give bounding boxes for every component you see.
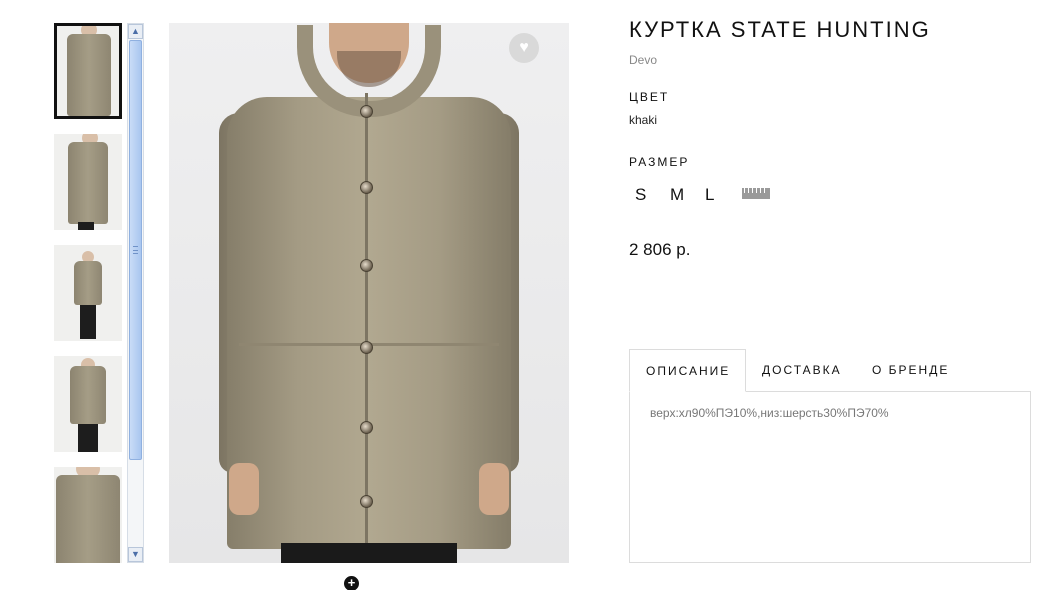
color-label: ЦВЕТ [629, 90, 670, 104]
tab-about-brand[interactable]: О БРЕНДЕ [856, 349, 965, 392]
thumbnail-side[interactable] [54, 134, 122, 230]
thumbnail-back[interactable] [54, 356, 122, 452]
thumbnail-front[interactable] [54, 23, 122, 119]
description-text: верх:хл90%ПЭ10%,низ:шерсть30%ПЭ70% [650, 406, 889, 420]
grip-icon [133, 246, 138, 254]
product-price: 2 806 р. [629, 240, 691, 259]
product-title: КУРТКА STATE HUNTING [629, 17, 931, 42]
size-option-s[interactable]: S [635, 185, 670, 205]
tab-delivery[interactable]: ДОСТАВКА [746, 349, 858, 392]
size-option-m[interactable]: M [670, 185, 705, 205]
thumbnail-gallery [54, 23, 124, 563]
arrow-down-icon[interactable]: ▼ [128, 547, 143, 562]
zoom-plus-icon[interactable]: + [344, 576, 359, 590]
size-label: РАЗМЕР [629, 155, 690, 169]
product-brand[interactable]: Devo [629, 53, 657, 67]
tab-panel: верх:хл90%ПЭ10%,низ:шерсть30%ПЭ70% [629, 391, 1031, 563]
thumbnail-scrollbar[interactable]: ▲ ▼ [127, 23, 144, 563]
size-option-l[interactable]: L [705, 185, 740, 205]
ruler-icon[interactable] [742, 188, 770, 199]
thumbnail-detail[interactable] [54, 467, 122, 563]
thumbnail-full-front[interactable] [54, 245, 122, 341]
scrollbar-thumb[interactable] [129, 40, 142, 460]
size-selector: S M L [635, 185, 740, 205]
heart-icon[interactable]: ♥ [509, 33, 539, 63]
color-value: khaki [629, 113, 658, 127]
tab-description[interactable]: ОПИСАНИЕ [629, 349, 746, 392]
main-product-image[interactable] [169, 23, 569, 563]
arrow-up-icon[interactable]: ▲ [128, 24, 143, 39]
